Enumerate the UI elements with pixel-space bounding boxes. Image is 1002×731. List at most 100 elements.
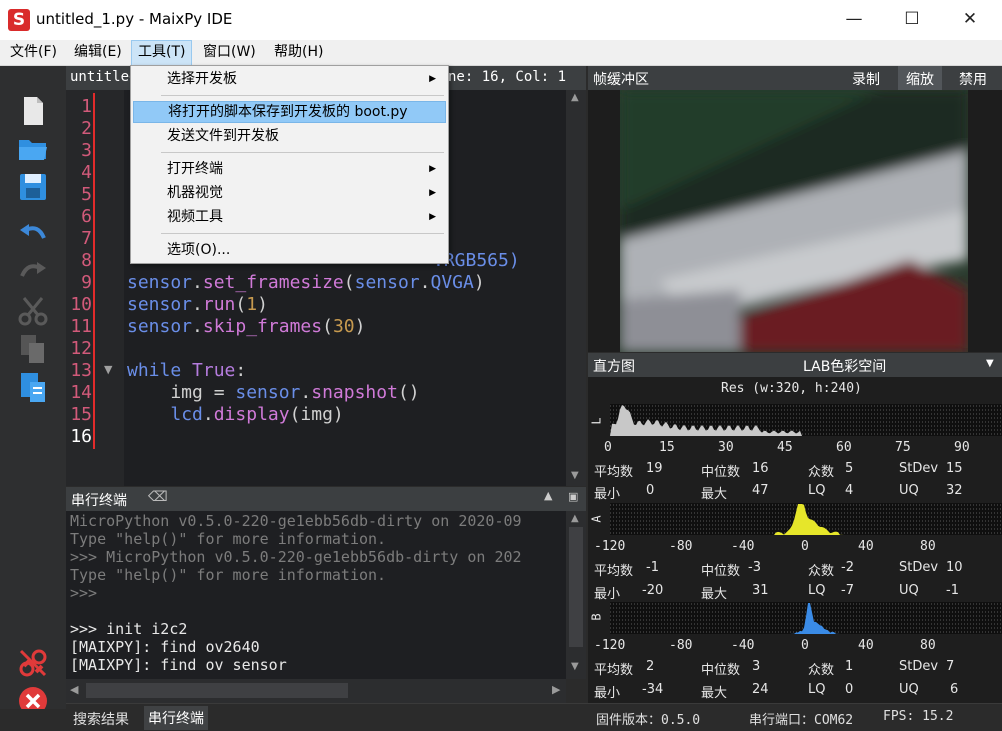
- chevron-down-icon[interactable]: ▼: [986, 358, 994, 369]
- stat-label: 最大: [701, 686, 728, 701]
- menu-item-send-file[interactable]: 发送文件到开发板: [133, 125, 446, 147]
- collapse-up-icon[interactable]: ▲: [544, 489, 552, 502]
- tab-search-results[interactable]: 搜索结果: [73, 709, 129, 729]
- channel-label-b: B: [589, 613, 604, 621]
- line-number: 13: [70, 360, 92, 381]
- left-toolbar: [0, 66, 66, 715]
- stat-label: 平均数: [594, 465, 634, 480]
- panel-menu-icon[interactable]: ▣: [568, 490, 578, 503]
- maximize-button[interactable]: ☐: [884, 0, 940, 40]
- axis-tick: -40: [731, 539, 755, 554]
- scroll-up-icon[interactable]: ▲: [571, 92, 579, 103]
- submenu-arrow-icon: ▶: [429, 188, 436, 198]
- paste-icon[interactable]: [16, 370, 50, 404]
- stat-label: LQ: [808, 483, 826, 498]
- stat-value: 3: [752, 659, 761, 674]
- record-button[interactable]: 录制: [852, 69, 880, 89]
- line-number: 3: [81, 140, 92, 161]
- scroll-thumb[interactable]: [86, 683, 348, 698]
- cut-icon[interactable]: [16, 294, 50, 328]
- stat-value: 16: [752, 461, 769, 476]
- stat-label: 中位数: [701, 663, 741, 678]
- terminal-line: >>> MicroPython v0.5.0-220-ge1ebb56db-di…: [70, 548, 522, 566]
- serial-horizontal-scrollbar[interactable]: ◀ ▶: [66, 679, 566, 703]
- zoom-button[interactable]: 缩放: [898, 66, 942, 90]
- app-logo-icon: S: [8, 9, 30, 31]
- code-line-13: while True:: [127, 360, 247, 381]
- menu-help[interactable]: 帮助(H): [268, 40, 329, 66]
- stat-value: 0: [845, 682, 854, 697]
- colorspace-select[interactable]: LAB色彩空间: [803, 356, 886, 376]
- stat-value: -34: [642, 682, 664, 697]
- histogram-l: [610, 404, 1002, 436]
- line-number-gutter: 1 2 3 4 5 6 7 8 9 10 11 12 13 14 15 16 ▼: [66, 90, 124, 486]
- scroll-down-icon[interactable]: ▼: [571, 470, 579, 481]
- scroll-right-icon[interactable]: ▶: [552, 683, 560, 696]
- terminal-line: MicroPython v0.5.0-220-ge1ebb56db-dirty …: [70, 512, 522, 530]
- scroll-thumb[interactable]: [569, 527, 583, 647]
- stat-value: 24: [752, 682, 769, 697]
- axis-tick: 80: [920, 638, 936, 653]
- stat-value: 7: [946, 659, 955, 674]
- serial-terminal-title: 串行终端: [71, 493, 127, 509]
- stat-label: 众数: [808, 564, 835, 579]
- stat-value: 15: [946, 461, 963, 476]
- menu-separator: [161, 152, 444, 153]
- stat-label: UQ: [899, 682, 919, 697]
- stat-label: 中位数: [701, 465, 741, 480]
- menu-bar: 文件(F) 编辑(E) 工具(T) 窗口(W) 帮助(H): [0, 40, 1002, 66]
- menu-file[interactable]: 文件(F): [4, 40, 63, 66]
- stat-value: 32: [946, 483, 963, 498]
- menu-item-select-board[interactable]: 选择开发板 ▶: [133, 68, 446, 90]
- undo-icon[interactable]: [16, 218, 50, 252]
- disable-button[interactable]: 禁用: [959, 69, 987, 89]
- menu-item-machine-vision[interactable]: 机器视觉 ▶: [133, 182, 446, 204]
- close-button[interactable]: ✕: [942, 0, 998, 40]
- line-number: 9: [81, 272, 92, 293]
- copy-icon[interactable]: [16, 332, 50, 366]
- redo-icon[interactable]: [16, 256, 50, 290]
- menu-item-save-to-boot[interactable]: 将打开的脚本保存到开发板的 boot.py: [133, 101, 446, 123]
- histogram-a: [610, 503, 1002, 535]
- menu-item-video-tools[interactable]: 视频工具 ▶: [133, 206, 446, 228]
- scroll-down-icon[interactable]: ▼: [571, 661, 579, 672]
- stat-label: 最大: [701, 487, 728, 502]
- editor-file-tab[interactable]: untitled: [70, 69, 137, 85]
- open-folder-icon[interactable]: [16, 132, 50, 166]
- minimize-button[interactable]: —: [826, 0, 882, 40]
- stat-value: -2: [841, 560, 854, 575]
- stat-label: StDev: [899, 461, 939, 476]
- stat-label: LQ: [808, 682, 826, 697]
- histogram-title: 直方图: [593, 359, 635, 375]
- menu-item-options[interactable]: 选项(O)...: [133, 239, 446, 261]
- stat-label: StDev: [899, 659, 939, 674]
- histogram-b: [610, 602, 1002, 634]
- line-number: 5: [81, 184, 92, 205]
- terminal-line: [MAIXPY]: find ov2640: [70, 638, 260, 656]
- clear-terminal-icon[interactable]: ⌫: [148, 489, 168, 505]
- scroll-up-icon[interactable]: ▲: [571, 513, 579, 524]
- resolution-label: Res (w:320, h:240): [721, 381, 862, 396]
- menu-edit[interactable]: 编辑(E): [68, 40, 128, 66]
- serial-vertical-scrollbar[interactable]: ▲ ▼: [566, 511, 586, 679]
- stat-value: 47: [752, 483, 769, 498]
- menu-tools[interactable]: 工具(T): [131, 40, 193, 66]
- stat-label: 众数: [808, 663, 835, 678]
- fold-chevron-icon[interactable]: ▼: [104, 363, 112, 376]
- editor-vertical-scrollbar[interactable]: ▲ ▼: [566, 90, 586, 486]
- axis-tick: -80: [669, 539, 693, 554]
- save-icon[interactable]: [16, 170, 50, 204]
- stat-value: 0: [646, 483, 655, 498]
- new-file-icon[interactable]: [16, 94, 50, 128]
- axis-tick: 15: [659, 440, 675, 455]
- scroll-left-icon[interactable]: ◀: [70, 683, 78, 696]
- stat-value: -20: [642, 583, 664, 598]
- terminal-line: Type "help()" for more information.: [70, 530, 387, 548]
- serial-terminal-output[interactable]: MicroPython v0.5.0-220-ge1ebb56db-dirty …: [66, 511, 566, 679]
- channel-label-l: L: [589, 417, 604, 425]
- stat-value: 5: [845, 461, 854, 476]
- disconnect-icon[interactable]: [16, 646, 50, 680]
- menu-item-open-terminal[interactable]: 打开终端 ▶: [133, 158, 446, 180]
- tab-serial-terminal[interactable]: 串行终端: [144, 706, 208, 730]
- menu-window[interactable]: 窗口(W): [197, 40, 262, 66]
